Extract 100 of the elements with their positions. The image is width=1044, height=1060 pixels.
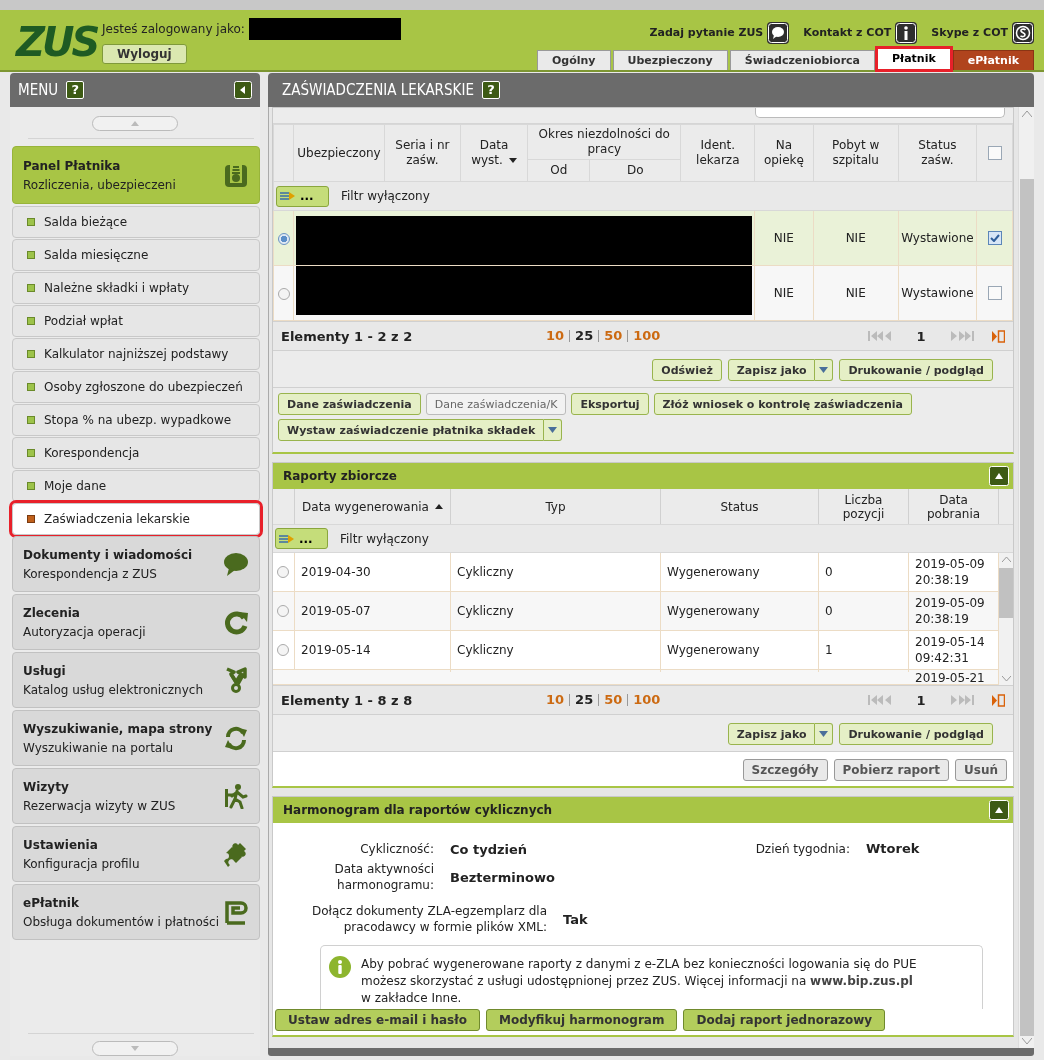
column-header[interactable]: Pobyt w szpitalu <box>813 124 899 182</box>
menu-group[interactable]: Wizyty Rezerwacja wizyty w ZUS <box>12 768 260 824</box>
scrollbar[interactable] <box>999 553 1013 685</box>
radio-button[interactable] <box>277 644 289 656</box>
menu-item[interactable]: Stopa % na ubezp. wypadkowe <box>12 404 260 436</box>
page-size-link[interactable]: 25 <box>569 330 599 342</box>
page-title: ZAŚWIADCZENIA LEKARSKIE <box>282 81 474 99</box>
menu-item[interactable]: Salda bieżące <box>12 206 260 238</box>
column-header[interactable]: Status zaśw. <box>898 124 977 182</box>
collapse-button[interactable] <box>989 800 1009 820</box>
column-panel-icon[interactable] <box>992 693 1005 707</box>
button[interactable]: Szczegóły <box>742 759 828 781</box>
dropdown-button[interactable] <box>815 723 834 745</box>
filter-button[interactable]: ... <box>276 185 329 207</box>
column-header[interactable]: Status <box>661 489 819 524</box>
chat-bubble-icon[interactable] <box>767 21 790 44</box>
checkbox[interactable] <box>987 286 1002 301</box>
panel-title: Harmonogram dla raportów cyklicznych <box>283 803 553 817</box>
column-header[interactable]: Data wygenerowania <box>295 489 451 524</box>
column-header[interactable]: Typ <box>451 489 661 524</box>
collapse-left-button[interactable] <box>234 81 252 99</box>
info-icon[interactable] <box>895 21 918 44</box>
menu-item[interactable]: Zaświadczenia lekarskie <box>12 503 260 535</box>
tab[interactable]: Ubezpieczony <box>612 50 728 70</box>
button[interactable]: Zapisz jako <box>727 359 816 381</box>
first-page-icon[interactable] <box>868 330 892 342</box>
field-value: Bezterminowo <box>450 869 555 885</box>
column-header[interactable]: Ubezpieczony <box>293 124 385 182</box>
menu-group[interactable]: Zlecenia Autoryzacja operacji <box>12 594 260 650</box>
button[interactable]: Drukowanie / podgląd <box>839 723 993 745</box>
menu-group[interactable]: ePłatnik Obsługa dokumentów i płatności <box>12 884 260 940</box>
skype-icon[interactable] <box>1012 21 1034 44</box>
tab[interactable]: ePłatnik <box>952 50 1034 70</box>
menu-item[interactable]: Należne składki i wpłaty <box>12 272 260 304</box>
tab[interactable]: Ogólny <box>536 50 611 70</box>
button[interactable]: Odśwież <box>652 359 722 381</box>
radio-button[interactable] <box>277 232 290 245</box>
column-header[interactable]: Na opiekę <box>754 124 814 182</box>
button[interactable]: Drukowanie / podgląd <box>839 359 993 381</box>
filter-button[interactable]: ... <box>275 528 328 549</box>
button[interactable]: Usuń <box>955 759 1007 781</box>
first-page-icon[interactable] <box>868 694 892 706</box>
last-page-icon[interactable] <box>950 330 974 342</box>
column-header[interactable]: Ident. lekarza <box>680 124 755 182</box>
button[interactable]: Dodaj raport jednorazowy <box>683 1009 886 1031</box>
scroll-up-button[interactable] <box>92 116 178 131</box>
column-header[interactable]: Liczba pozycji <box>819 489 909 524</box>
radio-button[interactable] <box>277 287 290 300</box>
button[interactable]: Modyfikuj harmonogram <box>485 1009 678 1031</box>
column-header[interactable]: Seria i nr zaśw. <box>384 124 461 182</box>
group-title: Wyszukiwanie, mapa strony <box>23 721 214 736</box>
dropdown-field[interactable] <box>755 108 1005 118</box>
menu-item[interactable]: Moje dane <box>12 470 260 502</box>
checkbox[interactable] <box>987 146 1002 160</box>
help-button[interactable]: ? <box>481 81 500 99</box>
group-title: Dokumenty i wiadomości <box>23 547 194 562</box>
login-label: Jesteś zalogowany jako: <box>102 22 245 36</box>
header-link[interactable]: Skype z COT <box>931 26 1008 39</box>
header-link[interactable]: Kontakt z COT <box>803 26 892 39</box>
collapse-button[interactable] <box>989 466 1009 486</box>
radio-button[interactable] <box>277 605 289 617</box>
logout-button[interactable]: Wyloguj <box>102 44 187 64</box>
header-link[interactable]: Zadaj pytanie ZUS <box>649 26 764 39</box>
button[interactable]: Złóż wniosek o kontrolę zaświadczenia <box>653 393 912 415</box>
menu-group[interactable]: Dokumenty i wiadomości Korespondencja z ZUS <box>12 536 260 592</box>
page-size-link[interactable]: 25 <box>569 694 599 706</box>
button[interactable]: Dane zaświadczenia <box>278 393 421 415</box>
help-button[interactable]: ? <box>66 81 85 99</box>
dropdown-button[interactable] <box>815 359 834 381</box>
button[interactable]: Zapisz jako <box>727 723 816 745</box>
button[interactable]: Eksportuj <box>571 393 649 415</box>
field-value: Co tydzień <box>450 841 528 857</box>
menu-item[interactable]: Korespondencja <box>12 437 260 469</box>
scroll-down-button[interactable] <box>92 1041 178 1056</box>
menu-group[interactable]: Usługi Katalog usług elektronicznych <box>12 652 260 708</box>
menu-group[interactable]: Ustawienia Konfiguracja profilu <box>12 826 260 882</box>
menu-item[interactable]: Salda miesięczne <box>12 239 260 271</box>
scrollbar-thumb[interactable] <box>999 568 1013 618</box>
menu-group[interactable]: Wyszukiwanie, mapa strony Wyszukiwanie na portalu <box>12 710 260 766</box>
bullet-icon <box>27 383 35 391</box>
button[interactable]: Pobierz raport <box>833 759 949 781</box>
column-panel-icon[interactable] <box>992 329 1005 343</box>
dropdown-button[interactable] <box>544 419 563 441</box>
tab[interactable]: Świadczeniobiorca <box>729 50 876 70</box>
menu-item[interactable]: Osoby zgłoszone do ubezpieczeń <box>12 371 260 403</box>
checkbox[interactable] <box>987 231 1002 246</box>
column-header[interactable]: Data pobrania <box>909 489 999 524</box>
bullet-icon <box>27 218 35 226</box>
column-header[interactable]: Data wyst. <box>460 124 528 182</box>
menu-item[interactable]: Podział wpłat <box>12 305 260 337</box>
caret-icon <box>819 731 829 737</box>
button[interactable]: Ustaw adres e-mail i hasło <box>275 1009 480 1031</box>
button[interactable]: Wystaw zaświadczenie płatnika składek <box>278 419 545 441</box>
field-label: Cykliczność: <box>359 841 435 857</box>
menu-group[interactable]: Panel Płatnika Rozliczenia, ubezpieczeni <box>12 146 260 204</box>
tab[interactable]: Płatnik <box>877 48 951 70</box>
radio-button[interactable] <box>277 566 289 578</box>
column-header[interactable]: Okres niezdolności do pracy <box>527 124 681 160</box>
last-page-icon[interactable] <box>950 694 974 706</box>
menu-item[interactable]: Kalkulator najniższej podstawy <box>12 338 260 370</box>
